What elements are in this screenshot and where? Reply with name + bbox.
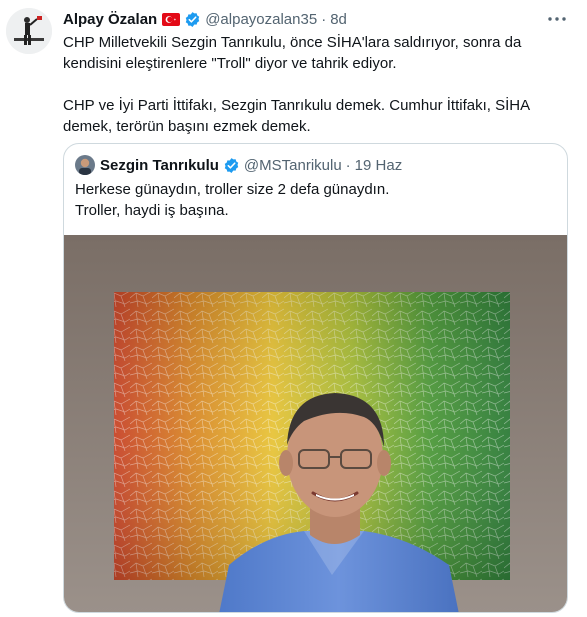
verified-badge-icon [223, 157, 240, 174]
verified-badge-icon [184, 11, 201, 28]
quoted-tweet[interactable]: Sezgin Tanrıkulu @MSTanrikulu · 19 Haz H… [63, 143, 568, 613]
tweet-paragraph: CHP ve İyi Parti İttifakı, Sezgin Tanrık… [63, 97, 530, 135]
tweet-header: Alpay Özalan @alpayozalan35 · 8d [63, 9, 347, 29]
tweet-card[interactable]: Alpay Özalan @alpayozalan35 · 8d CHP Mil… [0, 0, 587, 617]
header-separator: · [345, 156, 351, 174]
tweet-text: CHP Milletvekili Sezgin Tanrıkulu, önce … [63, 32, 568, 137]
quoted-tweet-header: Sezgin Tanrıkulu @MSTanrikulu · 19 Haz [75, 155, 402, 175]
tweet-paragraph: CHP Milletvekili Sezgin Tanrıkulu, önce … [63, 34, 522, 72]
author-handle[interactable]: @alpayozalan35 [205, 11, 317, 28]
header-separator: · [321, 10, 327, 28]
tweet-timestamp[interactable]: 8d [330, 11, 347, 28]
author-avatar[interactable] [6, 8, 52, 54]
quoted-author-avatar[interactable] [75, 155, 95, 175]
more-options-icon[interactable] [545, 7, 569, 31]
quoted-author-name[interactable]: Sezgin Tanrıkulu [100, 157, 219, 174]
avatar-image [6, 8, 52, 54]
quoted-tweet-line: Troller, haydi iş başına. [75, 202, 229, 219]
quoted-tweet-photo[interactable] [64, 235, 567, 612]
turkey-flag-icon [162, 12, 181, 26]
author-name[interactable]: Alpay Özalan [63, 11, 157, 28]
quoted-author-handle[interactable]: @MSTanrikulu [244, 157, 342, 174]
photo-image [64, 235, 567, 612]
quoted-tweet-timestamp[interactable]: 19 Haz [355, 157, 403, 174]
quoted-tweet-line: Herkese günaydın, troller size 2 defa gü… [75, 181, 390, 198]
quoted-tweet-text: Herkese günaydın, troller size 2 defa gü… [75, 179, 555, 221]
